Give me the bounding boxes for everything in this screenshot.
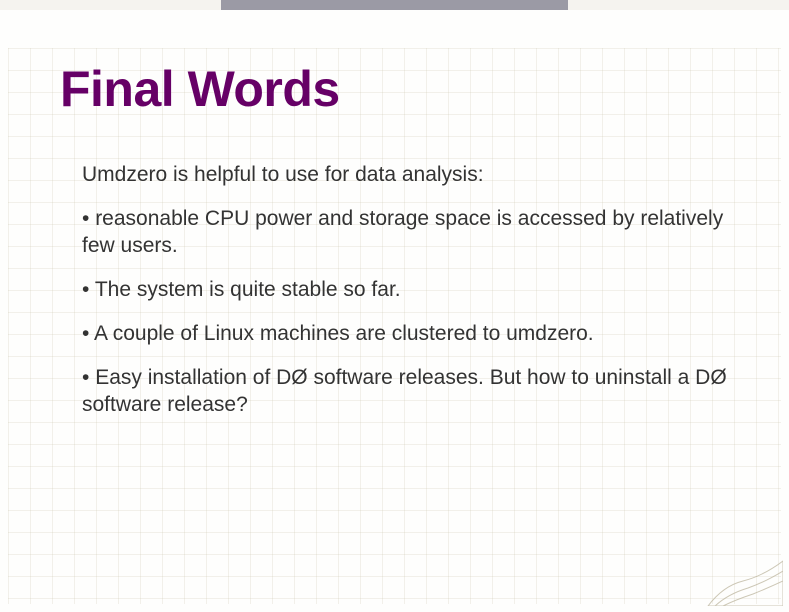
- slide-body: Umdzero is helpful to use for data analy…: [82, 162, 729, 436]
- bullet-item: A couple of Linux machines are clustered…: [82, 321, 729, 347]
- slide: Final Words Umdzero is helpful to use fo…: [0, 0, 789, 612]
- top-accent-bar: [0, 0, 789, 10]
- intro-text: Umdzero is helpful to use for data analy…: [82, 162, 729, 188]
- page-curl-icon: [703, 536, 783, 606]
- bullet-item: Easy installation of DØ software release…: [82, 365, 729, 418]
- bullet-item: reasonable CPU power and storage space i…: [82, 206, 729, 259]
- bullet-item: The system is quite stable so far.: [82, 277, 729, 303]
- slide-title: Final Words: [60, 60, 340, 118]
